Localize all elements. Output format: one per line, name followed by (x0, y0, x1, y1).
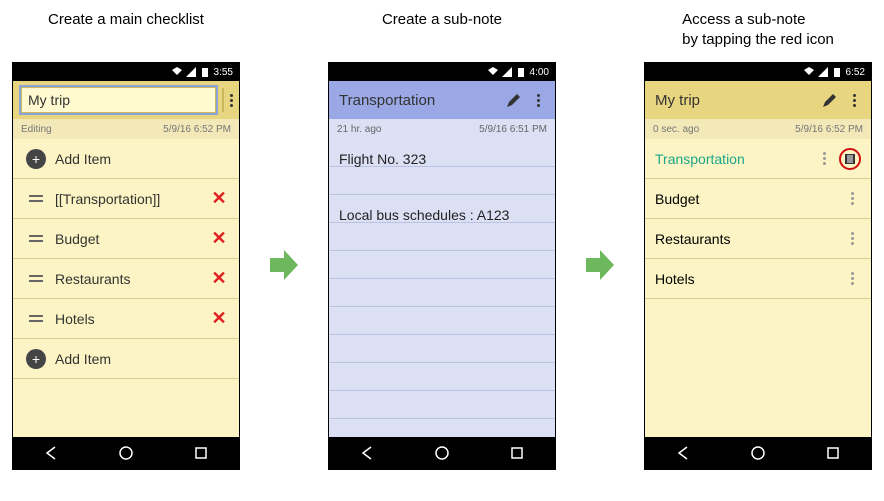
checklist-item[interactable]: Hotels ✕ (13, 299, 239, 339)
item-more-icon[interactable] (843, 232, 861, 245)
signal-icon (818, 67, 828, 77)
status-time: 3:55 (214, 67, 233, 78)
item-label: Hotels (49, 311, 209, 327)
plus-icon: + (26, 349, 46, 369)
phone-screen1: 3:55 Editing 5/9/16 6:52 PM + Add Item [… (12, 62, 240, 470)
recent-icon[interactable] (193, 445, 209, 461)
color-swatch[interactable] (222, 88, 224, 112)
item-more-icon[interactable] (843, 272, 861, 285)
delete-icon[interactable]: ✕ (209, 268, 229, 289)
item-label: [[Transportation]] (49, 191, 209, 207)
arrow-icon (270, 248, 298, 282)
wifi-icon (172, 67, 182, 77)
more-icon[interactable] (529, 94, 547, 107)
delete-icon[interactable]: ✕ (209, 188, 229, 209)
back-icon[interactable] (43, 445, 59, 461)
back-icon[interactable] (675, 445, 691, 461)
signal-icon (186, 67, 196, 77)
note-line: Flight No. 323 (339, 145, 545, 173)
phone-screen3: 6:52 My trip 0 sec. ago 5/9/16 6:52 PM T… (644, 62, 872, 470)
meta-row: 0 sec. ago 5/9/16 6:52 PM (645, 119, 871, 139)
android-navbar (13, 437, 239, 469)
checklist-item[interactable]: Budget ✕ (13, 219, 239, 259)
appbar: Transportation (329, 81, 555, 119)
battery-icon (832, 67, 842, 77)
drag-handle-icon[interactable] (29, 315, 43, 322)
more-icon[interactable] (230, 94, 233, 107)
add-item-label: Add Item (49, 151, 229, 167)
edit-icon[interactable] (821, 91, 839, 109)
item-more-icon[interactable] (815, 152, 833, 165)
caption-screen3: Access a sub-note by tapping the red ico… (682, 10, 834, 50)
list-item[interactable]: Budget (645, 179, 871, 219)
caption-screen2: Create a sub-note (382, 10, 502, 50)
item-label: Transportation (655, 151, 815, 167)
home-icon[interactable] (750, 445, 766, 461)
note-content[interactable]: Flight No. 323 Local bus schedules : A12… (329, 139, 555, 437)
wifi-icon (804, 67, 814, 77)
meta-row: Editing 5/9/16 6:52 PM (13, 119, 239, 139)
delete-icon[interactable]: ✕ (209, 228, 229, 249)
recent-icon[interactable] (509, 445, 525, 461)
status-time: 4:00 (530, 67, 549, 78)
item-more-icon[interactable] (843, 192, 861, 205)
title-text: Transportation (337, 92, 499, 109)
item-label: Budget (655, 191, 843, 207)
signal-icon (502, 67, 512, 77)
item-label: Restaurants (655, 231, 843, 247)
checklist-item[interactable]: [[Transportation]] ✕ (13, 179, 239, 219)
delete-icon[interactable]: ✕ (209, 308, 229, 329)
battery-icon (516, 67, 526, 77)
list-item-link[interactable]: Transportation (645, 139, 871, 179)
meta-right: 5/9/16 6:51 PM (479, 124, 547, 135)
arrow-icon (586, 248, 614, 282)
add-item-row[interactable]: + Add Item (13, 339, 239, 379)
battery-icon (200, 67, 210, 77)
list-content: Transportation Budget Restaurants (645, 139, 871, 437)
appbar (13, 81, 239, 119)
more-icon[interactable] (845, 94, 863, 107)
add-item-row[interactable]: + Add Item (13, 139, 239, 179)
list-item[interactable]: Restaurants (645, 219, 871, 259)
statusbar: 3:55 (13, 63, 239, 81)
android-navbar (645, 437, 871, 469)
plus-icon: + (26, 149, 46, 169)
item-label: Restaurants (49, 271, 209, 287)
meta-left: Editing (21, 124, 52, 135)
add-item-label: Add Item (49, 351, 229, 367)
drag-handle-icon[interactable] (29, 195, 43, 202)
note-line-blank (339, 173, 545, 201)
meta-right: 5/9/16 6:52 PM (163, 124, 231, 135)
item-label: Budget (49, 231, 209, 247)
caption-screen1: Create a main checklist (48, 10, 204, 50)
back-icon[interactable] (359, 445, 375, 461)
checklist-item[interactable]: Restaurants ✕ (13, 259, 239, 299)
drag-handle-icon[interactable] (29, 235, 43, 242)
statusbar: 4:00 (329, 63, 555, 81)
home-icon[interactable] (118, 445, 134, 461)
title-text: My trip (653, 92, 815, 109)
statusbar: 6:52 (645, 63, 871, 81)
recent-icon[interactable] (825, 445, 841, 461)
list-item[interactable]: Hotels (645, 259, 871, 299)
wifi-icon (488, 67, 498, 77)
checklist-content: + Add Item [[Transportation]] ✕ Budget ✕… (13, 139, 239, 437)
home-icon[interactable] (434, 445, 450, 461)
meta-left: 21 hr. ago (337, 124, 381, 135)
drag-handle-icon[interactable] (29, 275, 43, 282)
edit-icon[interactable] (505, 91, 523, 109)
item-label: Hotels (655, 271, 843, 287)
meta-right: 5/9/16 6:52 PM (795, 124, 863, 135)
title-input[interactable] (21, 87, 216, 113)
appbar: My trip (645, 81, 871, 119)
phone-screen2: 4:00 Transportation 21 hr. ago 5/9/16 6:… (328, 62, 556, 470)
note-line: Local bus schedules : A123 (339, 201, 545, 229)
status-time: 6:52 (846, 67, 865, 78)
subnote-icon[interactable] (839, 148, 861, 170)
meta-left: 0 sec. ago (653, 124, 699, 135)
android-navbar (329, 437, 555, 469)
meta-row: 21 hr. ago 5/9/16 6:51 PM (329, 119, 555, 139)
